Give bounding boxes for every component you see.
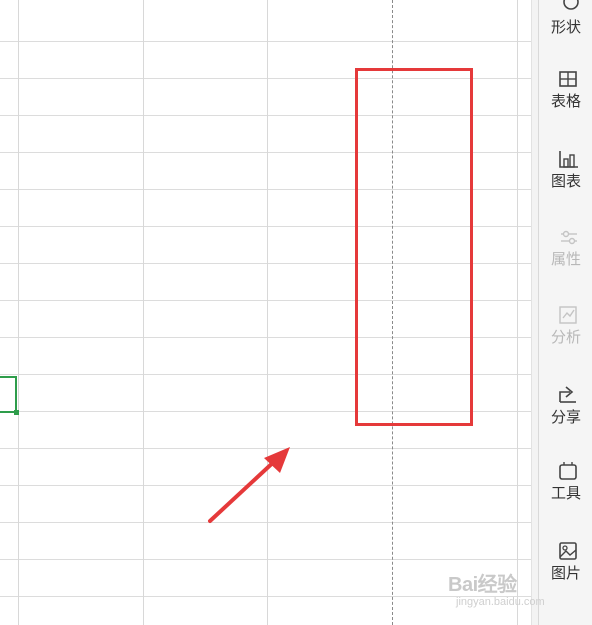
tools-icon (559, 462, 577, 480)
analysis-icon (559, 306, 577, 324)
sidebar-item-image[interactable]: 图片 (549, 540, 592, 600)
sidebar-item-label: 图表 (551, 173, 582, 190)
sidebar-item-chart[interactable]: 图表 (549, 148, 592, 208)
fill-handle[interactable] (14, 410, 19, 415)
properties-icon (561, 230, 577, 245)
column-gridline (267, 0, 268, 625)
selected-cell[interactable] (0, 376, 17, 413)
vertical-scrollbar[interactable] (531, 0, 538, 625)
watermark: Bai经验 (448, 574, 517, 596)
column-gridline (18, 0, 19, 625)
sidebar-item-tools[interactable]: 工具 (549, 460, 592, 520)
sidebar-item-label: 图片 (551, 565, 582, 582)
image-icon (559, 542, 577, 560)
sidebar-item-properties: 属性 (549, 226, 592, 286)
sidebar-item-table[interactable]: 表格 (549, 68, 592, 128)
sidebar-item-shape[interactable]: 形状 (549, 0, 592, 54)
sidebar-item-label: 分析 (551, 329, 582, 346)
sidebar-item-label: 分享 (551, 409, 582, 426)
table-icon (559, 71, 577, 87)
sidebar-item-label: 形状 (551, 19, 582, 36)
highlight-box (355, 68, 473, 426)
column-gridline (143, 0, 144, 625)
column-gridline (517, 0, 518, 625)
chart-icon (559, 151, 578, 168)
watermark-url: jingyan.baidu.com (456, 596, 545, 608)
sidebar-item-label: 属性 (551, 251, 582, 268)
spreadsheet-grid[interactable] (0, 0, 531, 625)
sidebar-item-share[interactable]: 分享 (549, 384, 592, 444)
sidebar-item-analysis: 分析 (549, 304, 592, 364)
right-sidebar: 形状 表格 图表 属性 分析 分享 工具 图片 (538, 0, 592, 625)
sidebar-item-label: 工具 (551, 485, 582, 502)
sidebar-item-label: 表格 (551, 93, 582, 110)
share-icon (559, 386, 576, 403)
shape-icon (563, 0, 579, 10)
annotation-arrow-icon (208, 447, 290, 523)
